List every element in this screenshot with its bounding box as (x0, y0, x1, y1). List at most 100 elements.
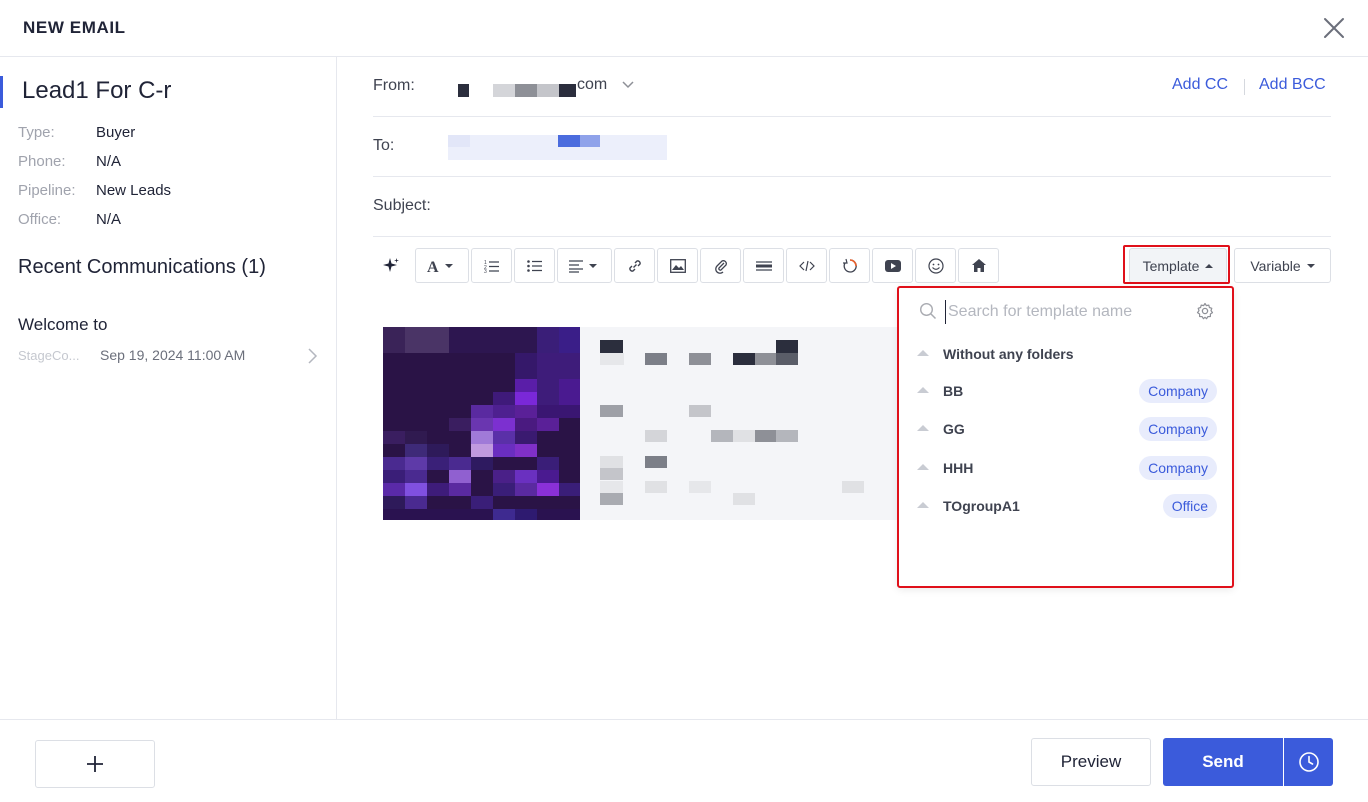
redacted-block (558, 135, 580, 147)
communication-item[interactable]: Welcome to StageCo... Sep 19, 2024 11:00… (18, 315, 323, 373)
link-icon (628, 259, 641, 272)
svg-text:3: 3 (484, 269, 487, 273)
info-key: Pipeline: (18, 182, 76, 199)
from-row: From: com Add CC Add BCC (373, 57, 1331, 117)
close-icon (1324, 18, 1344, 38)
subject-row[interactable]: Subject: (373, 177, 1331, 237)
bullet-list-icon (526, 259, 542, 272)
emoji-button[interactable] (915, 248, 956, 283)
folder-name: Without any folders (943, 346, 1074, 362)
info-value: N/A (96, 153, 122, 170)
folder-scope-badge: Company (1139, 379, 1217, 403)
add-bcc-link[interactable]: Add BCC (1259, 76, 1326, 94)
folder-item-togroupa1[interactable]: TOgroupA1 Office (917, 492, 1217, 520)
code-icon (798, 260, 815, 271)
align-button[interactable] (557, 248, 612, 283)
horizontal-rule-button[interactable] (743, 248, 784, 283)
subject-label: Subject: (373, 197, 431, 214)
template-search-input[interactable] (945, 300, 1185, 324)
search-icon (919, 302, 937, 320)
close-button[interactable] (1320, 14, 1348, 42)
folder-item-bb[interactable]: BB Company (917, 377, 1217, 405)
image-icon (669, 258, 686, 273)
loading-icon (842, 258, 857, 273)
loading-button[interactable] (829, 248, 870, 283)
gear-icon[interactable] (1196, 302, 1214, 320)
font-style-button[interactable]: A (415, 248, 469, 283)
schedule-send-button[interactable] (1284, 738, 1333, 786)
page-title: NEW EMAIL (23, 18, 126, 37)
home-icon (971, 259, 986, 272)
sparkle-icon[interactable] (381, 256, 401, 276)
redacted-block (559, 84, 576, 97)
to-row: To: (373, 117, 1331, 177)
redacted-block (515, 84, 537, 97)
image-button[interactable] (657, 248, 698, 283)
folder-name: HHH (943, 460, 974, 476)
add-button[interactable] (35, 740, 155, 788)
send-button[interactable]: Send (1163, 738, 1283, 786)
template-label: Template (1142, 257, 1200, 274)
folder-name: GG (943, 421, 965, 437)
align-icon (568, 259, 597, 273)
info-value: N/A (96, 211, 122, 228)
emoji-icon (927, 257, 944, 274)
folder-scope-badge: Company (1139, 417, 1217, 441)
redacted-block (493, 84, 515, 97)
communication-date: Sep 19, 2024 11:00 AM (100, 347, 246, 363)
folder-item-hhh[interactable]: HHH Company (917, 454, 1217, 482)
pixelated-text (600, 340, 864, 505)
home-button[interactable] (958, 248, 999, 283)
lead-accent-bar (0, 76, 3, 108)
caret-down-icon (1306, 263, 1315, 268)
folder-name: TOgroupA1 (943, 498, 1020, 514)
variable-dropdown-button[interactable]: Variable (1234, 248, 1331, 283)
lead-sidebar: Lead1 For C-r Type: Buyer Phone: N/A Pip… (0, 57, 337, 719)
folder-item-without-folders[interactable]: Without any folders (917, 340, 1217, 368)
editor-toolbar: A 1 2 3 Template Variable (373, 248, 1331, 284)
font-icon: A (427, 259, 453, 275)
horizontal-rule-icon (755, 260, 772, 271)
folder-scope-badge: Office (1162, 494, 1217, 518)
caret-up-icon (917, 502, 929, 508)
template-dropdown-panel: Without any folders BB Company GG Compan… (897, 286, 1234, 588)
clock-icon (1298, 752, 1319, 772)
caret-up-icon (1205, 263, 1214, 268)
template-dropdown-button[interactable]: Template (1129, 248, 1227, 283)
communication-source: StageCo... (18, 348, 80, 363)
communication-title: Welcome to (18, 315, 108, 334)
info-key: Phone: (18, 153, 66, 170)
ordered-list-icon: 1 2 3 (484, 260, 499, 273)
video-icon (884, 259, 901, 272)
preview-button[interactable]: Preview (1031, 738, 1151, 786)
bullet-list-button[interactable] (514, 248, 555, 283)
redacted-block (448, 135, 470, 147)
caret-up-icon (917, 464, 929, 470)
link-separator (1244, 79, 1245, 95)
email-footer: Preview Send (0, 719, 1368, 802)
chevron-right-icon (308, 348, 318, 364)
email-header: NEW EMAIL (0, 0, 1368, 57)
info-key: Type: (18, 124, 55, 141)
folder-item-gg[interactable]: GG Company (917, 415, 1217, 443)
recent-communications-title: Recent Communications (1) (18, 256, 266, 278)
email-body-text[interactable] (580, 327, 898, 520)
pixelated-image (383, 327, 580, 520)
add-cc-link[interactable]: Add CC (1172, 76, 1228, 94)
redacted-block (580, 135, 600, 147)
to-label: To: (373, 137, 395, 154)
link-button[interactable] (614, 248, 655, 283)
email-body-image[interactable] (383, 327, 580, 520)
info-key: Office: (18, 211, 62, 228)
attachment-icon (714, 259, 727, 274)
ordered-list-button[interactable]: 1 2 3 (471, 248, 512, 283)
video-button[interactable] (872, 248, 913, 283)
info-value: Buyer (96, 124, 136, 141)
attachment-button[interactable] (700, 248, 741, 283)
info-value: New Leads (96, 182, 172, 199)
folder-name: BB (943, 383, 964, 399)
variable-label: Variable (1250, 257, 1301, 274)
code-button[interactable] (786, 248, 827, 283)
folder-scope-badge: Company (1139, 456, 1217, 480)
caret-up-icon (917, 350, 929, 356)
